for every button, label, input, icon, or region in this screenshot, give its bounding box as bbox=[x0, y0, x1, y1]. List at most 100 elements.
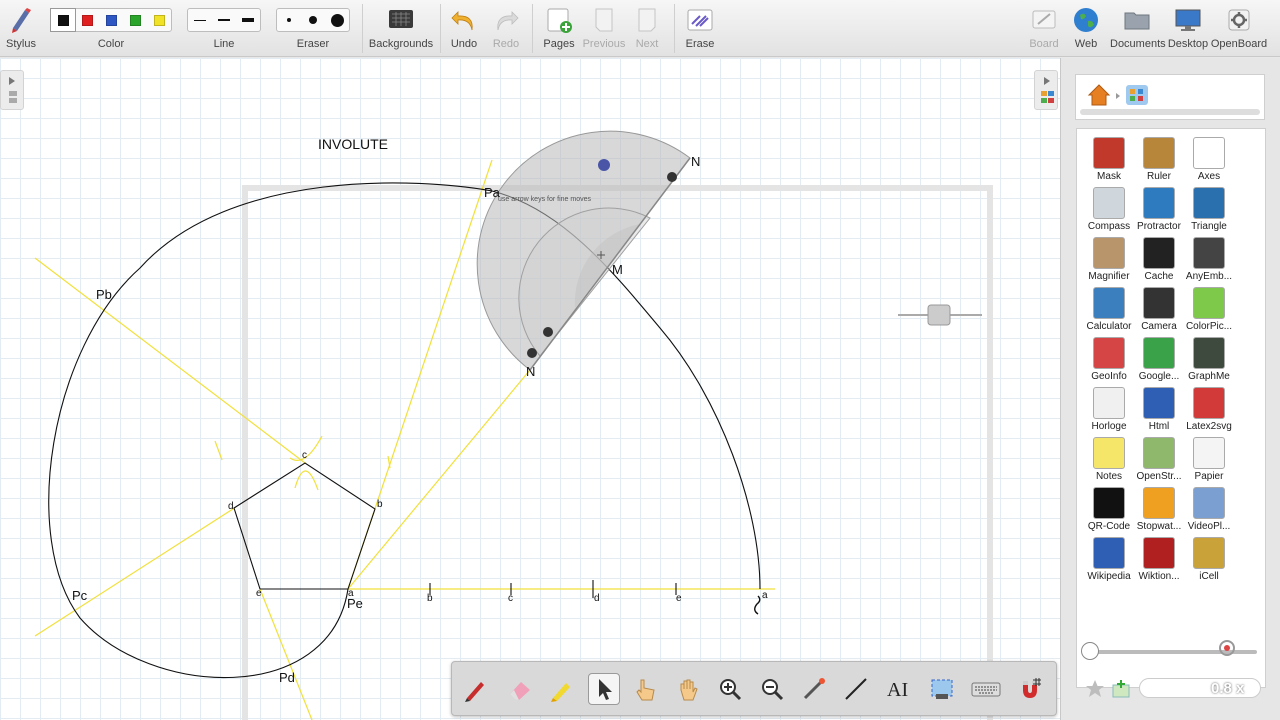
selector-tool[interactable] bbox=[588, 673, 620, 705]
arrow-cursor-icon bbox=[599, 679, 612, 700]
apps-folder-icon[interactable] bbox=[1126, 85, 1148, 105]
protractor-tool[interactable] bbox=[476, 130, 691, 371]
monitor-icon bbox=[1175, 9, 1201, 31]
svg-text:AI: AI bbox=[887, 679, 908, 701]
eraser-medium-option[interactable] bbox=[301, 9, 325, 31]
keyboard-icon bbox=[971, 682, 1001, 697]
library-actions bbox=[1086, 680, 1130, 698]
pen-icon bbox=[465, 682, 484, 702]
breadcrumb-scrollbar[interactable] bbox=[1080, 109, 1260, 115]
app-icell[interactable]: iCell bbox=[1179, 529, 1239, 582]
zoom-out-tool[interactable] bbox=[756, 673, 788, 705]
line-thin-option[interactable] bbox=[188, 9, 212, 31]
interact-tool[interactable] bbox=[630, 673, 662, 705]
vertex-b: b bbox=[377, 499, 383, 510]
eraser-tool[interactable] bbox=[504, 673, 536, 705]
library-navigation bbox=[1075, 74, 1265, 120]
pen-tool[interactable] bbox=[460, 673, 492, 705]
protractor-icon bbox=[1143, 187, 1175, 219]
openboard-window: Stylus Color Line Eraser Backgrounds Und… bbox=[0, 0, 1280, 720]
favorite-star-icon[interactable] bbox=[1086, 680, 1104, 697]
resize-handle-top[interactable] bbox=[667, 172, 677, 182]
backgrounds-icon bbox=[389, 10, 413, 28]
thumbnail-size-slider-knob[interactable] bbox=[1081, 642, 1099, 660]
previous-page-button[interactable]: Previous bbox=[582, 0, 626, 57]
app-videopl[interactable]: VideoPl... bbox=[1179, 479, 1239, 532]
rotate-handle[interactable] bbox=[598, 159, 610, 171]
vertex-c: c bbox=[302, 450, 307, 461]
eraser-size-options bbox=[276, 8, 350, 32]
app-latex2svg[interactable]: Latex2svg bbox=[1179, 379, 1239, 432]
redo-button[interactable]: Redo bbox=[488, 0, 524, 57]
next-page-button[interactable]: Next bbox=[626, 0, 668, 57]
documents-mode-button[interactable]: Documents bbox=[1110, 0, 1166, 57]
involute-drawing bbox=[34, 130, 993, 720]
zoom-in-icon bbox=[720, 679, 742, 701]
label-pc: Pc bbox=[72, 588, 88, 603]
label-pb: Pb bbox=[96, 287, 112, 302]
zoom-out-icon bbox=[762, 679, 784, 701]
tangent-line-pc bbox=[34, 506, 237, 637]
wikipedia-icon bbox=[1093, 537, 1125, 569]
app-anyemb[interactable]: AnyEmb... bbox=[1179, 229, 1239, 282]
capture-icon bbox=[931, 679, 953, 699]
gear-icon bbox=[1228, 9, 1250, 31]
qr-code-icon bbox=[1093, 487, 1125, 519]
axes-icon bbox=[1193, 137, 1225, 169]
drawing-board[interactable]: 1020304050607080901001101201301401501601… bbox=[0, 58, 1060, 720]
label-m: M bbox=[612, 262, 623, 277]
pen-cursor bbox=[754, 595, 761, 615]
involute-curve bbox=[48, 182, 761, 679]
floating-widget[interactable] bbox=[898, 304, 982, 326]
erase-button[interactable]: Erase bbox=[680, 0, 720, 57]
toolbar-separator bbox=[362, 4, 363, 53]
add-folder-icon[interactable] bbox=[1112, 680, 1130, 698]
line-thick-option[interactable] bbox=[236, 9, 260, 31]
videopl-icon bbox=[1193, 487, 1225, 519]
eraser-small-option[interactable] bbox=[277, 9, 301, 31]
app-papier[interactable]: Papier bbox=[1179, 429, 1239, 482]
line-tool[interactable] bbox=[840, 673, 872, 705]
desktop-mode-button[interactable]: Desktop bbox=[1166, 0, 1210, 57]
openboard-menu-button[interactable]: OpenBoard bbox=[1210, 0, 1268, 57]
stylus-button[interactable]: Stylus bbox=[0, 0, 42, 57]
color-swatch-yellow[interactable] bbox=[147, 9, 171, 31]
board-mode-button[interactable]: Board bbox=[1026, 0, 1062, 57]
text-tool[interactable]: AI bbox=[882, 673, 914, 705]
label-pd: Pd bbox=[279, 670, 295, 685]
color-swatch-black[interactable] bbox=[50, 8, 76, 32]
resize-handle-mid[interactable] bbox=[543, 327, 553, 337]
magnet-tool[interactable] bbox=[1014, 673, 1046, 705]
backgrounds-button[interactable]: Backgrounds bbox=[368, 0, 434, 57]
google-icon bbox=[1143, 337, 1175, 369]
home-icon[interactable] bbox=[1087, 84, 1111, 106]
zoom-in-tool[interactable] bbox=[714, 673, 746, 705]
library-panel: Mask Ruler Axes Compass Protractor Triangle Ma… bbox=[1060, 58, 1280, 720]
hand-icon bbox=[680, 679, 698, 701]
undo-button[interactable]: Undo bbox=[446, 0, 482, 57]
capture-tool[interactable] bbox=[926, 673, 958, 705]
laser-pointer-tool[interactable] bbox=[798, 673, 830, 705]
app-axes[interactable]: Axes bbox=[1179, 129, 1239, 182]
line-medium-option[interactable] bbox=[212, 9, 236, 31]
previous-page-icon bbox=[595, 8, 613, 32]
eraser-large-option[interactable] bbox=[325, 9, 349, 31]
virtual-keyboard-tool[interactable] bbox=[970, 673, 1002, 705]
web-mode-button[interactable]: Web bbox=[1066, 0, 1106, 57]
app-graphme[interactable]: GraphMe bbox=[1179, 329, 1239, 382]
color-swatch-red[interactable] bbox=[75, 9, 99, 31]
hand-tool[interactable] bbox=[672, 673, 704, 705]
app-triangle[interactable]: Triangle bbox=[1179, 179, 1239, 232]
color-swatch-green[interactable] bbox=[123, 9, 147, 31]
calculator-icon bbox=[1093, 287, 1125, 319]
main-toolbar: Stylus Color Line Eraser Backgrounds Und… bbox=[0, 0, 1280, 57]
close-handle[interactable] bbox=[527, 348, 537, 358]
app-colorpic[interactable]: ColorPic... bbox=[1179, 279, 1239, 332]
tangent-line-pb bbox=[34, 257, 306, 464]
construction-lines bbox=[34, 159, 775, 720]
marker-tool[interactable] bbox=[546, 673, 578, 705]
color-swatch-blue[interactable] bbox=[99, 9, 123, 31]
pages-button[interactable]: Pages bbox=[538, 0, 580, 57]
label-n-bottom: N bbox=[526, 364, 536, 379]
tangent-line-n bbox=[347, 369, 531, 590]
